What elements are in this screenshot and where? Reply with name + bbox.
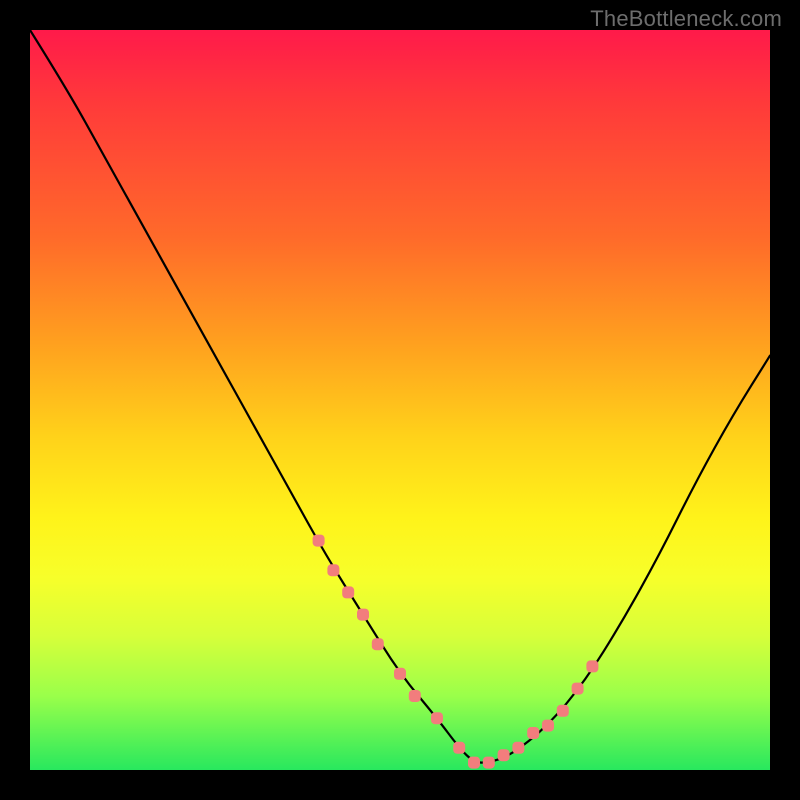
highlight-dot — [394, 668, 406, 680]
highlight-dot — [483, 757, 495, 769]
highlight-dot — [453, 742, 465, 754]
highlight-dot — [498, 749, 510, 761]
watermark-text: TheBottleneck.com — [590, 6, 782, 32]
curve-svg — [30, 30, 770, 770]
highlight-dot — [431, 712, 443, 724]
highlight-dot — [342, 586, 354, 598]
highlight-dot — [409, 690, 421, 702]
highlight-dot — [357, 609, 369, 621]
plot-area — [30, 30, 770, 770]
chart-frame: TheBottleneck.com — [0, 0, 800, 800]
highlight-dot — [557, 705, 569, 717]
highlight-dot — [372, 638, 384, 650]
highlight-dot — [313, 535, 325, 547]
highlight-dot — [512, 742, 524, 754]
bottleneck-curve-line — [30, 30, 770, 763]
highlight-dot — [327, 564, 339, 576]
highlight-dot-group — [313, 535, 599, 769]
highlight-dot — [572, 683, 584, 695]
highlight-dot — [468, 757, 480, 769]
highlight-dot — [542, 720, 554, 732]
highlight-dot — [527, 727, 539, 739]
highlight-dot — [586, 660, 598, 672]
